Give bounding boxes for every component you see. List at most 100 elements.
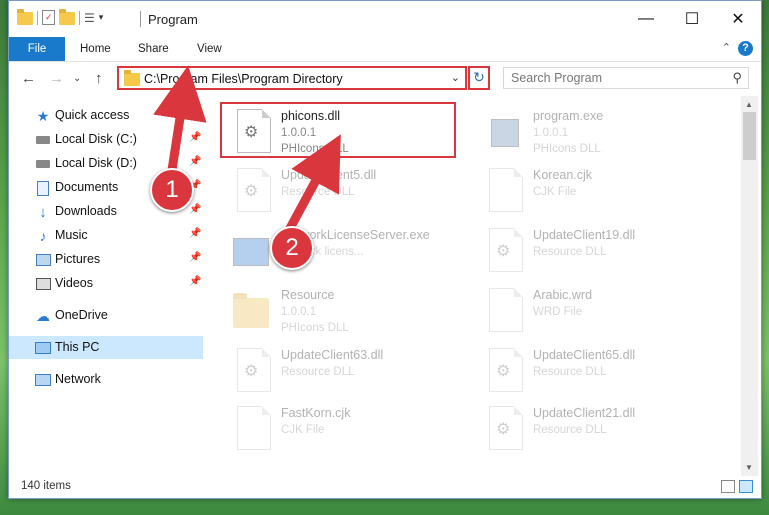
refresh-button[interactable]: ↻ [468,66,490,90]
pin-icon[interactable]: 📌 [189,156,201,167]
tab-share[interactable]: Share [138,37,169,61]
star-icon: ★ [36,107,50,124]
file-version: 1.0.0.1 [533,127,569,139]
forward-arrow-icon[interactable]: → [49,70,64,87]
file-icon [485,168,525,214]
nav-item-music[interactable]: ♪ Music 📌 [9,224,203,247]
up-arrow-icon[interactable]: ↑ [95,70,103,87]
maximize-button[interactable]: ☐ [669,1,715,37]
nav-item-label: Quick access [55,108,130,122]
tab-view[interactable]: View [197,37,222,61]
step-badge-2: 2 [270,226,314,270]
address-bar[interactable]: C:\Program Files\Program Directory ⌄ [117,66,467,90]
back-arrow-icon[interactable]: ← [21,70,36,87]
item-count: 140 items [21,480,71,492]
file-type: Resource DLL [533,424,607,436]
window-title: Program [148,12,198,27]
view-options-icon[interactable]: ☰ [84,11,95,25]
new-folder-icon[interactable] [59,9,75,25]
file-item-networklicenseserver-exe[interactable]: NetworkLicenseServer.exe network licens.… [233,224,473,280]
nav-item-label: Local Disk (D:) [55,156,137,170]
file-item-program-exe[interactable]: program.exe 1.0.0.1 PHIcons DLL [485,105,725,161]
file-item-updateclient5-dll[interactable]: ⚙ UpdateClient5.dll Resource DLL [233,164,463,220]
pin-icon[interactable]: 📌 [189,252,201,263]
file-item-updateclient63-dll[interactable]: ⚙ UpdateClient63.dll Resource DLL [233,344,463,400]
close-button[interactable]: ✕ [715,1,761,37]
address-path: C:\Program Files\Program Directory [144,72,343,86]
nav-item-local-disk-c[interactable]: Local Disk (C:) 📌 [9,128,203,151]
view-switcher [721,480,753,493]
properties-icon[interactable]: ✓ [42,10,55,25]
details-view-button[interactable] [721,480,735,493]
nav-item-label: Local Disk (C:) [55,132,137,146]
dll-file-icon: ⚙ [485,228,525,274]
file-item-updateclient65-dll[interactable]: ⚙ UpdateClient65.dll Resource DLL [485,344,725,400]
title-separator [140,11,141,27]
file-item-updateclient21-dll[interactable]: ⚙ UpdateClient21.dll Resource DLL [485,402,725,458]
nav-item-onedrive[interactable]: ☁ OneDrive [9,304,203,327]
nav-item-label: Documents [55,180,119,194]
file-name: UpdateClient65.dll [533,348,636,362]
nav-item-this-pc[interactable]: This PC [9,336,203,359]
tiles-view-button[interactable] [739,480,753,493]
chevron-up-icon[interactable]: ⌃ [722,41,731,54]
nav-item-pictures[interactable]: Pictures 📌 [9,248,203,271]
pin-icon[interactable]: 📌 [189,132,201,143]
nav-item-label: Downloads [55,204,117,218]
pin-icon[interactable]: 📌 [189,276,201,287]
dll-file-icon: ⚙ [485,406,525,452]
file-item-arabic-wrd[interactable]: Arabic.wrd WRD File [485,284,725,340]
folder-icon [17,9,33,25]
network-icon [35,372,51,388]
chevron-down-icon[interactable]: ▾ [99,12,104,23]
nav-item-quick-access[interactable]: ★ Quick access [9,104,203,127]
file-item-korean-cjk[interactable]: Korean.cjk CJK File [485,164,725,220]
nav-item-label: Music [55,228,88,242]
nav-item-videos[interactable]: Videos 📌 [9,272,203,295]
file-type: Resource DLL [533,366,607,378]
nav-item-label: Pictures [55,252,101,266]
nav-item-network[interactable]: Network [9,368,203,391]
nav-item-label: Network [55,372,101,386]
file-version: 1.0.0.1 [281,306,317,318]
help-icon[interactable]: ? [738,41,753,56]
search-icon: ⚲ [732,70,742,85]
file-item-fastkorn-cjk[interactable]: FastKorn.cjk CJK File [233,402,463,458]
pc-icon [35,340,51,356]
file-type: Resource DLL [281,366,355,378]
file-icon [485,288,525,334]
file-name: UpdateClient21.dll [533,406,636,420]
file-type: Resource DLL [281,186,355,198]
scroll-thumb[interactable] [743,112,756,160]
chevron-down-icon[interactable]: ⌄ [451,71,460,84]
vertical-scrollbar[interactable]: ▲ ▼ [741,96,758,476]
drive-icon [35,132,51,148]
file-type: CJK File [533,186,577,198]
scroll-down-arrow-icon[interactable]: ▼ [745,463,753,472]
scroll-up-arrow-icon[interactable]: ▲ [745,100,753,109]
file-item-resource-folder[interactable]: Resource 1.0.0.1 PHIcons DLL [233,284,463,340]
tab-file[interactable]: File [9,37,65,61]
file-item-updateclient19-dll[interactable]: ⚙ UpdateClient19.dll Resource DLL [485,224,725,280]
tab-home[interactable]: Home [80,37,111,61]
window-controls: — ☐ ✕ [623,1,761,37]
navigation-pane: ★ Quick access Local Disk (C:) 📌 Local D… [9,96,203,476]
videos-icon [35,276,51,292]
file-name: Korean.cjk [533,168,593,182]
explorer-window: ✓ ☰ ▾ Program — ☐ ✕ File Home Share View… [8,0,762,499]
minimize-button[interactable]: — [623,1,669,37]
nav-item-label: Videos [55,276,93,290]
recent-chevron-icon[interactable]: ⌄ [73,73,81,84]
music-icon: ♪ [39,228,47,244]
status-bar: 140 items [9,477,761,498]
pin-icon[interactable]: 📌 [189,228,201,239]
search-input[interactable]: Search Program ⚲ [503,67,749,89]
step-badge-1: 1 [150,168,194,212]
nav-item-label: This PC [55,340,100,354]
pictures-icon [35,252,51,268]
dll-file-icon: ⚙ [233,168,273,214]
pin-icon[interactable]: 📌 [189,204,201,215]
exe-file-icon [485,109,525,155]
search-placeholder: Search Program [511,71,603,85]
file-icon [233,406,273,452]
